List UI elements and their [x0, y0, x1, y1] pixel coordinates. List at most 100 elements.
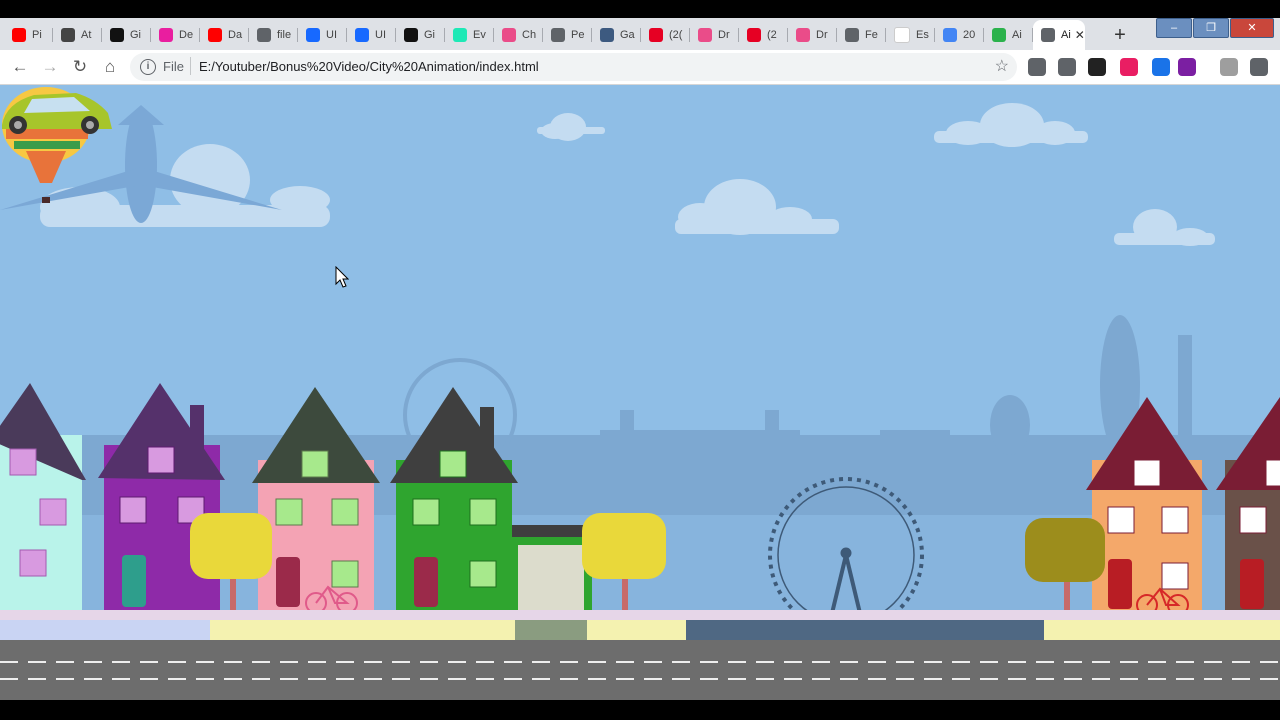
sidewalk: [587, 620, 686, 640]
tab-strip: Pi At Gi De Da file UI UI Gi Ev Ch Pe Ga (2(Dr (2 Dr Fe E…: [0, 18, 1280, 50]
tab-label: Dr: [718, 29, 730, 41]
square-icon: [453, 28, 467, 42]
forward-icon[interactable]: →: [39, 56, 61, 78]
info-icon[interactable]: i: [140, 59, 156, 75]
scheme-label: File: [163, 59, 184, 74]
browser-tab[interactable]: Es: [886, 20, 935, 50]
browser-tab[interactable]: Pe: [543, 20, 592, 50]
browser-tab[interactable]: Ai: [984, 20, 1033, 50]
city-animation-scene: [0, 87, 1280, 700]
tab-list: Pi At Gi De Da file UI UI Gi Ev Ch Pe Ga (2(Dr (2 Dr Fe E…: [4, 20, 1085, 50]
browser-tab[interactable]: file: [249, 20, 298, 50]
browser-tab[interactable]: 20: [935, 20, 984, 50]
tab-label: Dr: [816, 29, 828, 41]
pinterest-icon: [649, 28, 663, 42]
browser-tab[interactable]: UI: [347, 20, 396, 50]
browser-tab[interactable]: Fe: [837, 20, 886, 50]
youtube-icon: [208, 28, 222, 42]
tab-label: Ai: [1012, 29, 1022, 41]
browser-tab[interactable]: Da: [200, 20, 249, 50]
browser-tab[interactable]: Ch: [494, 20, 543, 50]
browser-tab[interactable]: Pi: [4, 20, 53, 50]
tab-label: 20: [963, 29, 976, 41]
minimize-button[interactable]: –: [1156, 18, 1192, 38]
tab-close-icon[interactable]: ✕: [1075, 28, 1085, 42]
browser-tab[interactable]: Dr: [690, 20, 739, 50]
curb: [0, 610, 1280, 620]
tab-label: (2(: [669, 29, 683, 41]
menu-icon[interactable]: [1250, 58, 1268, 76]
window-controls: – ❐ ✕: [1155, 18, 1274, 38]
clouds: [40, 103, 1215, 246]
behance-icon: [355, 28, 369, 42]
notes-badge-icon[interactable]: [1120, 58, 1138, 76]
browser-tab[interactable]: UI: [298, 20, 347, 50]
camera-icon[interactable]: [1028, 58, 1046, 76]
moon-icon[interactable]: [1178, 58, 1196, 76]
youtube-icon: [12, 28, 26, 42]
tab-label: Gi: [424, 29, 435, 41]
address-bar[interactable]: i File E:/Youtuber/Bonus%20Video/City%20…: [130, 53, 1017, 81]
cloud: [537, 113, 605, 141]
tab-label: Pi: [32, 29, 42, 41]
globe-icon: [845, 28, 859, 42]
browser-tab[interactable]: Ga: [592, 20, 641, 50]
browser-tab[interactable]: Ai ✕: [1033, 20, 1085, 50]
url-text[interactable]: E:/Youtuber/Bonus%20Video/City%20Animati…: [199, 59, 539, 74]
tab-label: Ai: [1061, 29, 1071, 41]
close-window-button[interactable]: ✕: [1230, 18, 1274, 38]
tab-label: Es: [916, 29, 929, 41]
house-brown: [1216, 397, 1280, 610]
browser-tab[interactable]: At: [53, 20, 102, 50]
new-tab-button[interactable]: +: [1107, 23, 1133, 49]
house-mint: [0, 383, 86, 610]
profile-avatar-icon[interactable]: [1220, 58, 1238, 76]
dribbble-icon: [796, 28, 810, 42]
driveway: [515, 620, 587, 640]
tab-label: Ga: [620, 29, 635, 41]
browser-tab[interactable]: Gi: [102, 20, 151, 50]
back-icon[interactable]: ←: [9, 56, 31, 78]
road: [0, 640, 1280, 700]
globe-icon: [1041, 28, 1055, 42]
tab-label: Ev: [473, 29, 486, 41]
home-icon[interactable]: ⌂: [99, 56, 121, 78]
dribbble-icon: [159, 28, 173, 42]
tab-label: UI: [375, 29, 386, 41]
globe-icon: [257, 28, 271, 42]
tab-label: Da: [228, 29, 243, 41]
cloud: [1114, 209, 1215, 246]
browser-tab[interactable]: Gi: [396, 20, 445, 50]
page-icon: [943, 28, 957, 42]
browser-tab[interactable]: Dr: [788, 20, 837, 50]
browser-tab[interactable]: Ev: [445, 20, 494, 50]
cast-icon[interactable]: [1058, 58, 1076, 76]
riverbank-silhouette: [660, 620, 1060, 640]
color-picker-icon[interactable]: [1152, 58, 1170, 76]
cloud: [675, 179, 839, 235]
dark-reader-icon[interactable]: [1088, 58, 1106, 76]
maximize-button[interactable]: ❐: [1193, 18, 1229, 38]
tab-label: (2: [767, 29, 777, 41]
sidewalk: [1044, 620, 1280, 640]
floppy-icon: [61, 28, 75, 42]
house-pink: [252, 387, 380, 610]
browser-tab[interactable]: De: [151, 20, 200, 50]
sidewalk: [210, 620, 515, 640]
house-green: [390, 387, 518, 610]
mouse-cursor-icon: [335, 266, 349, 288]
reload-icon[interactable]: ↻: [69, 56, 91, 78]
cloud: [934, 103, 1088, 147]
px-icon: [992, 28, 1006, 42]
blank-icon: [894, 27, 910, 43]
bookmark-star-icon[interactable]: ☆: [995, 56, 1009, 76]
tab-label: UI: [326, 29, 337, 41]
tab-label: De: [179, 29, 194, 41]
browser-tab[interactable]: (2: [739, 20, 788, 50]
github-icon: [110, 28, 124, 42]
tab-label: Ch: [522, 29, 537, 41]
tab-label: Pe: [571, 29, 585, 41]
globe-icon: [551, 28, 565, 42]
browser-tab[interactable]: (2(: [641, 20, 690, 50]
page-viewport: [0, 85, 1280, 700]
